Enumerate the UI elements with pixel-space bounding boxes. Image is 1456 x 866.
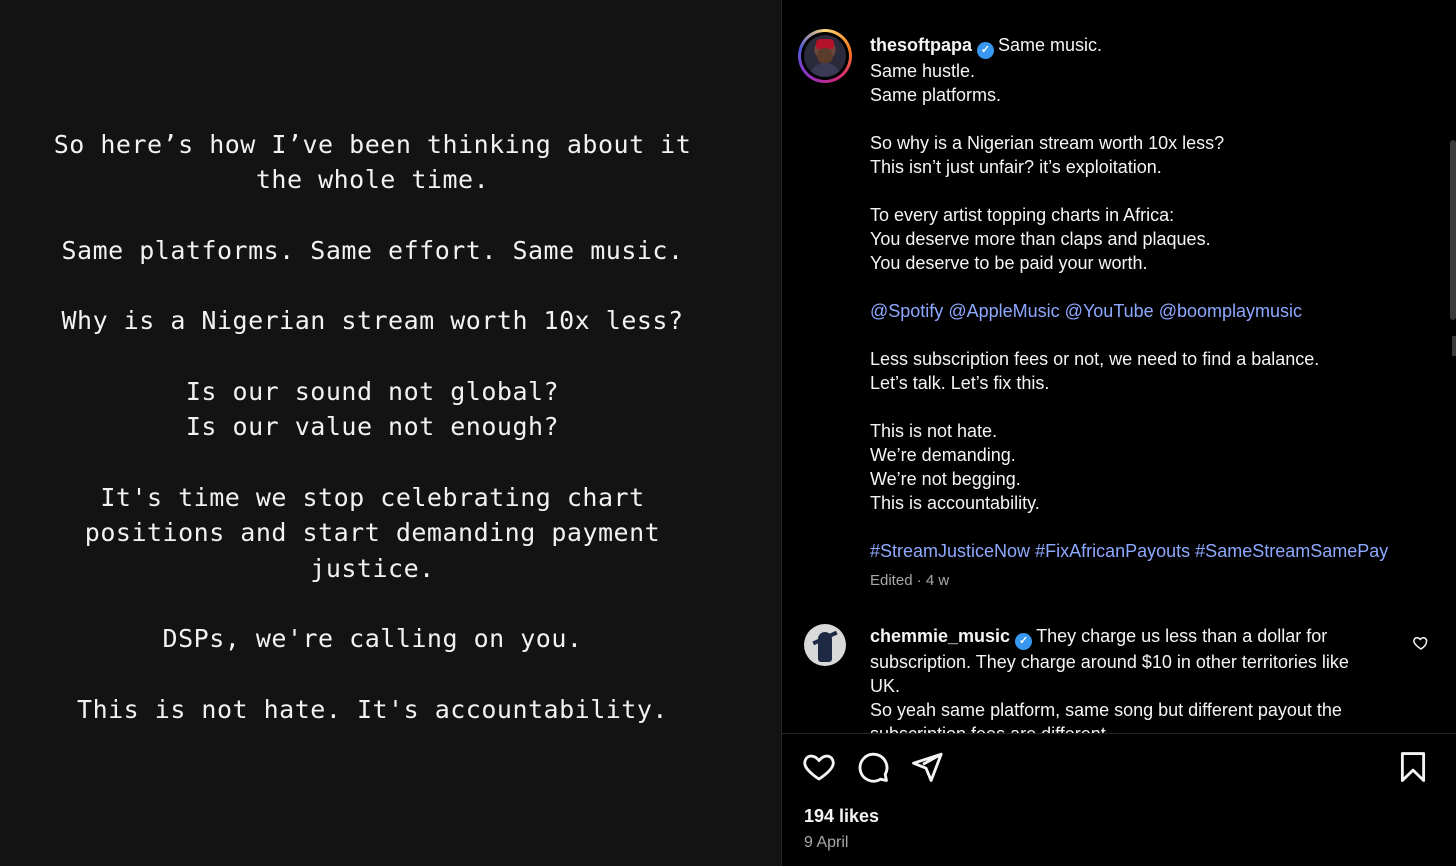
story-line: So here’s how I’ve been thinking about i…: [53, 130, 692, 159]
caption-line: You deserve more than claps and plaques.: [870, 229, 1211, 249]
caption-line: [870, 515, 1440, 539]
caption-mentions: @Spotify @AppleMusic @YouTube @boomplaym…: [870, 299, 1440, 323]
comments-scroll-area[interactable]: thesoftpapa ✓ Same music. Same hustle. Same…: [782, 0, 1456, 733]
mention-link[interactable]: @boomplaymusic: [1159, 301, 1302, 321]
caption-first-line: Same music.: [998, 35, 1103, 55]
comment-item: chemmie_music ✓ They charge us less than a…: [870, 624, 1400, 733]
caption-line: Let’s talk. Let’s fix this.: [870, 373, 1050, 393]
caption-line: Less subscription fees or not, we need t…: [870, 349, 1320, 369]
story-paragraph: Is our sound not global? Is our value not…: [0, 374, 745, 445]
verified-badge-icon: ✓: [977, 42, 995, 59]
story-paragraph: Same platforms. Same effort. Same music.: [0, 233, 745, 268]
caption-line: [870, 275, 1440, 299]
comment-text-line: UK.: [870, 676, 901, 696]
window-edge-handle: [1452, 336, 1456, 356]
story-line: Is our sound not global?: [185, 377, 560, 407]
comment-icon[interactable]: [856, 750, 890, 784]
story-line: It's time we stop celebrating chart: [100, 482, 645, 512]
post-date: 9 April: [804, 834, 849, 851]
caption-line: We’re demanding.: [870, 445, 1016, 465]
caption-line: [870, 107, 1440, 131]
story-line: the whole time.: [255, 165, 490, 195]
hashtag-link[interactable]: #FixAfricanPayouts: [1035, 541, 1190, 561]
commenter-username[interactable]: chemmie_music: [870, 626, 1010, 646]
comment-text-first: They charge us less than a dollar for: [1036, 626, 1328, 646]
story-line: DSPs, we're calling on you.: [162, 624, 583, 654]
post-caption: thesoftpapa ✓ Same music. Same hustle. Same…: [870, 33, 1440, 563]
edited-timestamp: Edited · 4 w: [870, 572, 950, 589]
author-avatar[interactable]: [798, 29, 852, 83]
commenter-avatar[interactable]: [804, 624, 846, 666]
caption-line: Same platforms.: [870, 85, 1002, 105]
post-panel: thesoftpapa ✓ Same music. Same hustle. Same…: [782, 0, 1456, 866]
story-line: Same platforms. Same effort. Same music.: [61, 235, 684, 265]
story-paragraph: It's time we stop celebrating chart posit…: [0, 480, 745, 586]
heart-icon[interactable]: [802, 750, 836, 784]
story-paragraph: Why is a Nigerian stream worth 10x less?: [0, 303, 745, 338]
mention-link[interactable]: @AppleMusic: [948, 301, 1059, 321]
caption-line: This is not hate.: [870, 421, 998, 441]
caption-line: Same hustle.: [870, 61, 976, 81]
story-paragraph: This is not hate. It's accountability.: [0, 692, 745, 727]
caption-line: So why is a Nigerian stream worth 10x le…: [870, 133, 1225, 153]
mention-link[interactable]: @YouTube: [1065, 301, 1154, 321]
story-paragraph: DSPs, we're calling on you.: [0, 621, 745, 656]
caption-line: [870, 395, 1440, 419]
comment-text-line: subscription fees are different: [870, 722, 1400, 733]
comment-like-heart-icon[interactable]: [1412, 634, 1430, 652]
story-line: justice.: [310, 553, 435, 583]
story-image-panel: So here’s how I’ve been thinking about i…: [0, 0, 781, 866]
share-icon[interactable]: [910, 750, 944, 784]
caption-line: This is accountability.: [870, 493, 1040, 513]
story-line: Is our value not enough?: [185, 412, 560, 442]
scrollbar[interactable]: [1450, 140, 1456, 320]
caption-line: We’re not begging.: [870, 469, 1021, 489]
caption-line: [870, 323, 1440, 347]
caption-line: [870, 179, 1440, 203]
caption-line: This isn’t just unfair? it’s exploitatio…: [870, 157, 1162, 177]
story-line: This is not hate. It's accountability.: [77, 694, 668, 724]
verified-badge-icon: ✓: [1015, 633, 1033, 650]
caption-line: You deserve to be paid your worth.: [870, 253, 1148, 273]
actions-divider: [782, 733, 1456, 734]
likes-count[interactable]: 194 likes: [804, 806, 879, 827]
caption-hashtags: #StreamJusticeNow #FixAfricanPayouts #Sa…: [870, 539, 1440, 563]
comment-text-line: subscription. They charge around $10 in …: [870, 652, 1349, 672]
hashtag-link[interactable]: #StreamJusticeNow: [870, 541, 1030, 561]
caption-line: To every artist topping charts in Africa…: [870, 205, 1175, 225]
mention-link[interactable]: @Spotify: [870, 301, 943, 321]
author-username[interactable]: thesoftpapa: [870, 35, 972, 55]
story-paragraph: So here’s how I’ve been thinking about i…: [0, 127, 745, 198]
story-line: positions and start demanding payment: [84, 518, 661, 548]
story-line: Why is a Nigerian stream worth 10x less?: [61, 306, 684, 336]
hashtag-link[interactable]: #SameStreamSamePay: [1195, 541, 1388, 561]
comment-text-line: So yeah same platform, same song but dif…: [870, 700, 1342, 720]
story-image-text: So here’s how I’ve been thinking about i…: [0, 127, 745, 727]
bookmark-icon[interactable]: [1396, 750, 1430, 784]
